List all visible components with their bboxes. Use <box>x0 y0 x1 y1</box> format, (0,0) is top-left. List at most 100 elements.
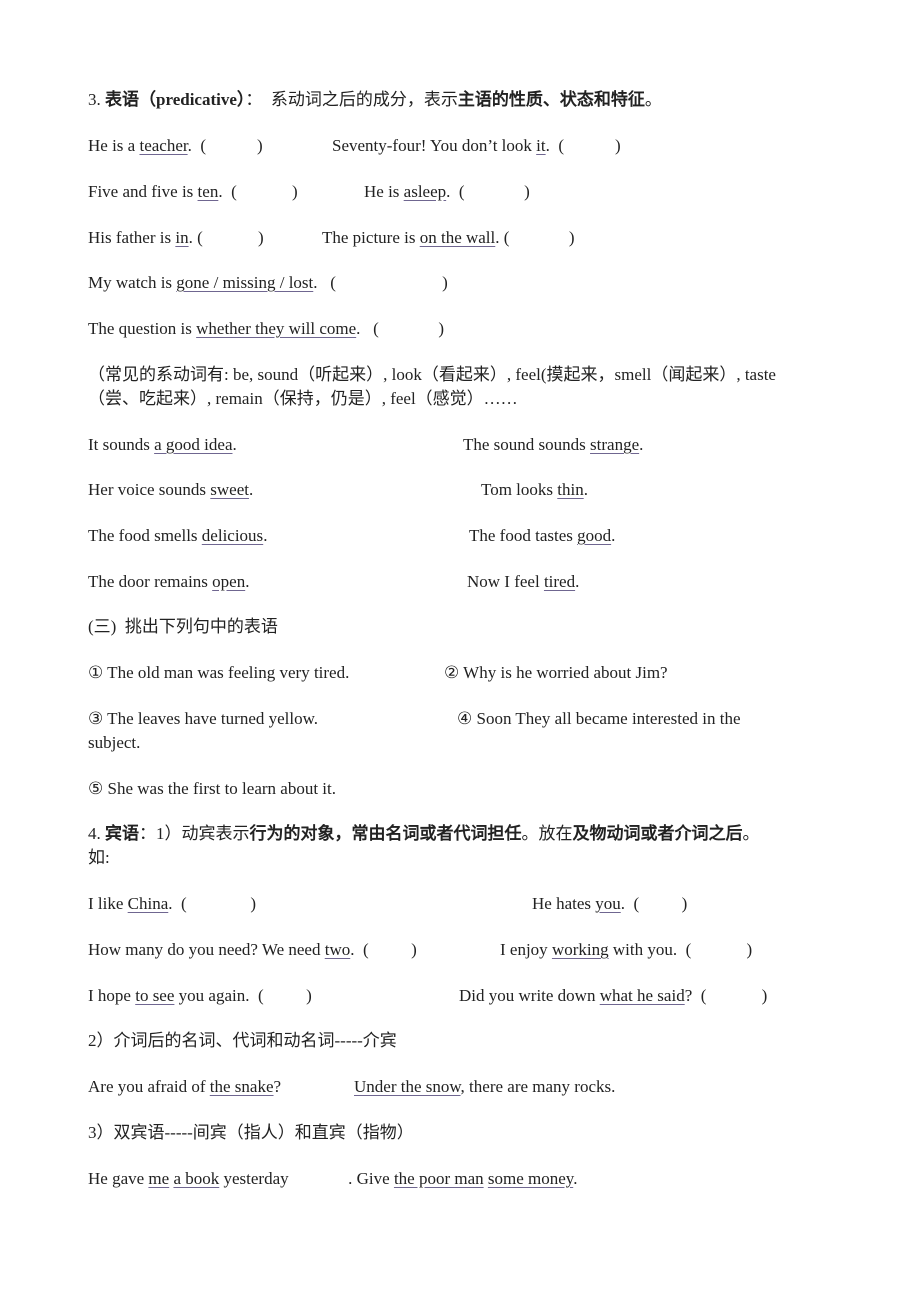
text-segment: How many do you need? We need <box>88 940 325 959</box>
example-sentence: His father is in. ( ) <box>88 228 264 248</box>
underlined-answer: thin <box>557 480 584 499</box>
text-segment: Are you afraid of <box>88 1077 210 1096</box>
example-sentence: Seventy-four! You don’t look it. ( ) <box>332 136 621 156</box>
text-segment: , there are many rocks. <box>460 1077 616 1096</box>
example-sentence: The picture is on the wall. ( ) <box>322 228 575 248</box>
text-segment: ：1）动宾表示 <box>139 824 250 843</box>
text-segment: . ( ) <box>446 182 530 201</box>
text-segment: . <box>583 480 588 499</box>
text-segment: Seventy-four! You don’t look <box>332 136 537 155</box>
text-segment: . <box>249 480 254 499</box>
text-segment: . ( ) <box>168 894 257 913</box>
underlined-answer: teacher <box>139 136 188 155</box>
example-sentence: My watch is gone / missing / lost. ( ) <box>88 273 448 293</box>
text-segment: He hates <box>532 894 596 913</box>
document-page: 3. 表语（predicative）： 系动词之后的成分，表示主语的性质、状态和… <box>0 0 920 1302</box>
example-sentence: How many do you need? We need two. ( ) <box>88 940 417 960</box>
underlined-answer: a good idea <box>154 435 233 454</box>
text-segment: It sounds <box>88 435 155 454</box>
underlined-answer: the snake <box>209 1077 274 1096</box>
underlined-answer: in <box>175 228 189 247</box>
example-sentence: He is asleep. ( ) <box>364 182 530 202</box>
section-4-heading: 4. 宾语：1）动宾表示行为的对象，常由名词或者代词担任。放在及物动词或者介词之… <box>88 824 760 844</box>
example-sentence: Tom looks thin. <box>481 480 588 500</box>
example-sentence: Five and five is ten. ( ) <box>88 182 298 202</box>
example-sentence: The food smells delicious. <box>88 526 267 546</box>
text-segment: Five and five is <box>88 182 198 201</box>
underlined-answer: to see <box>135 986 175 1005</box>
text-segment: He is a <box>88 136 140 155</box>
underlined-answer: working <box>551 940 609 959</box>
example-sentence: Are you afraid of the snake? <box>88 1077 281 1097</box>
underlined-answer: two <box>324 940 351 959</box>
example-sentence: It sounds a good idea. <box>88 435 237 455</box>
text-segment: Her voice sounds <box>88 480 211 499</box>
text-segment: 。 <box>644 90 662 109</box>
bold-text: 及物动词或者介词之后 <box>572 824 743 843</box>
exercise-item: ④ Soon They all became interested in the <box>457 709 741 728</box>
text-segment: The door remains <box>88 572 213 591</box>
text-segment: He is <box>364 182 404 201</box>
linking-verbs-note: （常见的系动词有: be, sound（听起来）, look（看起来）, fee… <box>88 365 776 384</box>
example-sentence: He gave me a book yesterday . Give the p… <box>88 1169 577 1189</box>
text-segment: . <box>639 435 644 454</box>
underlined-answer: open <box>212 572 246 591</box>
exercise-item: ③ The leaves have turned yellow. <box>88 709 319 728</box>
text-segment: . <box>245 572 250 591</box>
example-sentence: I hope to see you again. ( ) <box>88 986 312 1006</box>
example-sentence: The food tastes good. <box>469 526 615 546</box>
exercise-item: ⑤ She was the first to learn about it. <box>88 779 336 798</box>
text-segment: 3. <box>88 90 105 109</box>
example-sentence: Her voice sounds sweet. <box>88 480 253 500</box>
text-segment: He gave <box>88 1169 149 1188</box>
linking-verbs-note: （尝、吃起来）, remain（保持，仍是）, feel（感觉）…… <box>88 389 518 408</box>
text-segment: . ( ) <box>218 182 298 201</box>
text-segment: I like <box>88 894 128 913</box>
underlined-answer: you <box>595 894 621 913</box>
underlined-answer: me <box>148 1169 170 1188</box>
text-segment: . <box>263 526 268 545</box>
underlined-answer: ten <box>197 182 219 201</box>
underlined-answer: whether they will come <box>196 319 357 338</box>
underlined-answer: it <box>536 136 546 155</box>
example-sentence: The question is whether they will come. … <box>88 319 444 339</box>
text-segment: 。 <box>742 824 760 843</box>
text-segment: ? ( ) <box>684 986 768 1005</box>
exercise-item-continued: subject. <box>88 733 141 752</box>
text-segment: ： 系动词之后的成分，表示 <box>245 90 458 109</box>
underlined-answer: good <box>577 526 612 545</box>
text-segment: The food smells <box>88 526 202 545</box>
text-segment: The food tastes <box>469 526 578 545</box>
underlined-answer: a book <box>173 1169 220 1188</box>
text-segment: . ( ) <box>620 894 688 913</box>
text-segment: The picture is <box>322 228 420 247</box>
text-segment: The sound sounds <box>463 435 591 454</box>
underlined-answer: asleep <box>403 182 447 201</box>
text-segment: with you. ( ) <box>608 940 753 959</box>
text-segment: I hope <box>88 986 136 1005</box>
underlined-answer: China <box>127 894 169 913</box>
text-segment: ? <box>273 1077 282 1096</box>
example-sentence: He hates you. ( ) <box>532 894 687 914</box>
text-segment: yesterday . Give <box>219 1169 394 1188</box>
underlined-answer: sweet <box>210 480 249 499</box>
text-segment: . <box>611 526 616 545</box>
example-sentence: I like China. ( ) <box>88 894 256 914</box>
bold-text: 行为的对象，常由名词或者代词担任 <box>249 824 522 843</box>
text-segment: Now I feel <box>467 572 544 591</box>
underlined-answer: Under the snow <box>354 1077 461 1096</box>
text-segment: . ( ) <box>313 273 448 292</box>
underlined-answer: tired <box>543 572 576 591</box>
example-sentence: Did you write down what he said? ( ) <box>459 986 767 1006</box>
section-3-heading: 3. 表语（predicative）： 系动词之后的成分，表示主语的性质、状态和… <box>88 90 662 110</box>
text-segment: you again. ( ) <box>174 986 312 1005</box>
text-segment: 4. <box>88 824 105 843</box>
bold-text: 宾语 <box>105 824 139 843</box>
text-segment: 。放在 <box>521 824 573 843</box>
example-sentence: The door remains open. <box>88 572 249 592</box>
example-sentence: I enjoy working with you. ( ) <box>500 940 752 960</box>
exercise-item: ② Why is he worried about Jim? <box>444 663 668 682</box>
text-segment: . ( ) <box>545 136 621 155</box>
underlined-answer: strange <box>590 435 640 454</box>
text-segment: Tom looks <box>481 480 558 499</box>
